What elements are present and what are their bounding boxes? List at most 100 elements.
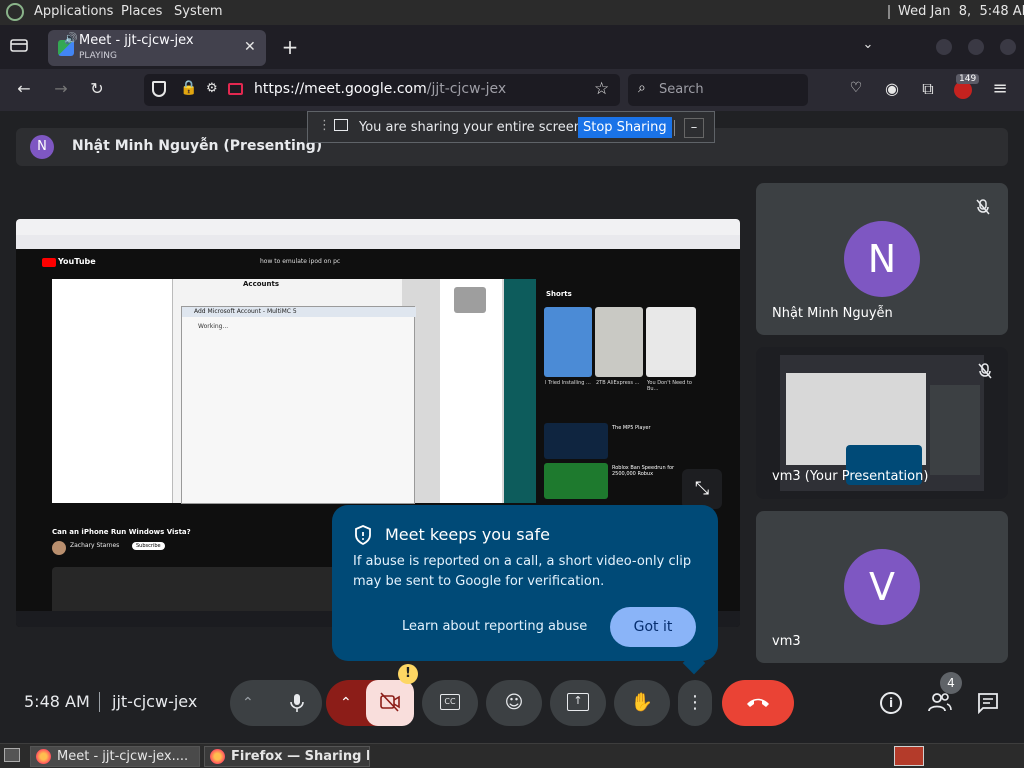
- shared-channel-avatar: [52, 541, 66, 555]
- leave-call-button[interactable]: [722, 680, 794, 726]
- shared-dialog-title: Add Microsoft Account - MultiMC 5: [194, 308, 297, 315]
- pocket-icon[interactable]: ♡: [846, 80, 866, 96]
- browser-tab-bar: 🔊 Meet - jjt-cjcw-jex PLAYING ✕ + ⌄: [0, 25, 1024, 69]
- account-icon[interactable]: ◉: [882, 79, 902, 98]
- camera-off-button[interactable]: [366, 680, 414, 726]
- participant-avatar: N: [844, 221, 920, 297]
- screen-sharing-banner: ⋮ You are sharing your entire screen. St…: [307, 111, 715, 143]
- bookmark-star-icon[interactable]: ☆: [594, 79, 609, 99]
- captions-button[interactable]: CC: [422, 680, 478, 726]
- tab-meet[interactable]: 🔊 Meet - jjt-cjcw-jex PLAYING ✕: [48, 30, 266, 66]
- more-options-button[interactable]: ⋮: [678, 680, 712, 726]
- system-menu[interactable]: System: [174, 4, 222, 19]
- present-icon: ↑: [567, 693, 589, 711]
- meet-page: N Nhật Minh Nguyễn (Presenting) ⋮ You ar…: [0, 111, 1024, 743]
- stop-sharing-button[interactable]: Stop Sharing: [578, 117, 672, 138]
- shield-icon: [354, 525, 372, 545]
- extensions-icon[interactable]: ⧉: [918, 79, 938, 99]
- shared-video-frame: Accounts Add Microsoft Account - MultiMC…: [52, 279, 536, 504]
- tab-list-icon[interactable]: [10, 37, 30, 53]
- url-path: /jjt-cjcw-jex: [426, 81, 507, 97]
- window-close-button[interactable]: [1000, 39, 1016, 55]
- shared-related-title-1: The MP5 Player: [612, 425, 651, 431]
- participant-tile-nhat[interactable]: N Nhật Minh Nguyễn: [756, 183, 1008, 335]
- search-input[interactable]: Search: [659, 82, 704, 97]
- learn-reporting-abuse-link[interactable]: Learn about reporting abuse: [402, 619, 587, 634]
- search-box[interactable]: ⌕ Search: [628, 74, 808, 106]
- screen-sharing-indicator-icon[interactable]: [228, 83, 243, 95]
- audio-playing-icon[interactable]: 🔊: [64, 32, 78, 45]
- hide-banner-button[interactable]: –: [684, 118, 704, 138]
- url-text[interactable]: https://meet.google.com/jjt-cjcw-jex: [254, 81, 506, 97]
- chat-icon[interactable]: [977, 692, 999, 714]
- muted-mic-icon: [978, 363, 992, 379]
- emoji-icon: ☺: [504, 692, 524, 713]
- banner-divider: [674, 120, 675, 136]
- shared-accounts-panel: Accounts Add Microsoft Account - MultiMC…: [172, 279, 416, 504]
- people-icon[interactable]: [928, 691, 952, 713]
- shared-dialog-titlebar: Add Microsoft Account - MultiMC 5: [182, 307, 416, 317]
- taskbar-item-firefox-sharing[interactable]: Firefox — Sharing I...: [204, 746, 370, 767]
- permissions-icon[interactable]: ⚙: [206, 81, 218, 96]
- tab-title: Meet - jjt-cjcw-jex: [79, 33, 194, 48]
- shield-icon[interactable]: [152, 81, 166, 97]
- shared-short-thumb-2: [595, 307, 643, 377]
- shared-related-title-2: Roblox Ban Speedrun for 2500,000 Robux: [612, 465, 675, 477]
- popup-title: Meet keeps you safe: [385, 525, 550, 544]
- participant-tile-presentation[interactable]: vm3 (Your Presentation): [756, 347, 1008, 499]
- more-vert-icon: ⋮: [686, 692, 704, 713]
- unpin-tile-icon[interactable]: ⤡: [682, 469, 722, 509]
- forward-arrow-icon[interactable]: →: [50, 79, 72, 98]
- shared-chat-icon: [454, 287, 486, 313]
- window-minimize-button[interactable]: [936, 39, 952, 55]
- shared-video-title: Can an iPhone Run Windows Vista?: [52, 528, 191, 536]
- applications-menu[interactable]: Applications: [34, 4, 113, 19]
- raise-hand-button[interactable]: ✋: [614, 680, 670, 726]
- youtube-logo-icon: [42, 258, 56, 267]
- tab-close-icon[interactable]: ✕: [244, 39, 256, 55]
- taskbar-item-meet[interactable]: Meet - jjt-cjcw-jex....: [30, 746, 200, 767]
- show-desktop-icon[interactable]: [4, 748, 20, 762]
- desktop-taskbar: Meet - jjt-cjcw-jex.... Firefox — Sharin…: [0, 743, 1024, 768]
- share-screen-icon: [334, 119, 348, 131]
- search-icon: ⌕: [638, 80, 646, 96]
- shared-search-query: how to emulate ipod on pc: [260, 258, 341, 265]
- meet-keeps-you-safe-popup: Meet keeps you safe If abuse is reported…: [332, 505, 718, 661]
- meeting-controls: 5:48 AM jjt-cjcw-jex ⌃ ⌃ ! CC ☺ ↑ ✋ ⋮ i: [0, 664, 1024, 743]
- shared-tab-strip: [16, 219, 740, 235]
- lock-icon[interactable]: 🔒: [180, 80, 197, 96]
- hand-icon: ✋: [630, 692, 654, 713]
- url-bar[interactable]: 🔒 ⚙ https://meet.google.com/jjt-cjcw-jex…: [144, 74, 620, 106]
- microphone-button[interactable]: [276, 682, 318, 724]
- shared-accounts-title: Accounts: [243, 280, 280, 288]
- presenter-label: Nhật Minh Nguyễn (Presenting): [72, 138, 323, 154]
- back-arrow-icon[interactable]: ←: [13, 79, 35, 98]
- present-screen-button[interactable]: ↑: [550, 680, 606, 726]
- popup-body: If abuse is reported on a call, a short …: [353, 554, 692, 589]
- window-maximize-button[interactable]: [968, 39, 984, 55]
- video-options-chevron-icon[interactable]: ⌃: [340, 680, 352, 726]
- system-top-panel: Applications Places System Wed Jan 8, 5:…: [0, 0, 1024, 25]
- places-menu[interactable]: Places: [121, 4, 162, 19]
- hamburger-menu-icon[interactable]: ≡: [990, 78, 1010, 99]
- mic-control: ⌃: [230, 680, 322, 726]
- shared-desktop-edge: [504, 279, 536, 503]
- new-tab-icon[interactable]: +: [280, 35, 300, 59]
- workspace-switcher[interactable]: [894, 746, 924, 766]
- distro-logo-icon[interactable]: [6, 3, 24, 21]
- camera-warning-icon[interactable]: !: [398, 664, 418, 684]
- reactions-button[interactable]: ☺: [486, 680, 542, 726]
- got-it-button[interactable]: Got it: [610, 607, 696, 647]
- meeting-details-info-icon[interactable]: i: [880, 692, 902, 714]
- participant-tile-vm3[interactable]: V vm3: [756, 511, 1008, 663]
- drag-handle-icon[interactable]: ⋮: [318, 118, 331, 133]
- thumbnail-tiles: [930, 385, 980, 475]
- panel-clock[interactable]: Wed Jan 8, 5:48 AM: [898, 4, 1024, 19]
- firefox-icon: [210, 749, 225, 764]
- shared-add-account-dialog: Add Microsoft Account - MultiMC 5 Workin…: [181, 306, 416, 504]
- muted-mic-icon: [976, 199, 990, 215]
- tab-playing-status: PLAYING: [79, 51, 117, 61]
- reload-icon[interactable]: ↻: [86, 79, 108, 98]
- audio-options-chevron-icon[interactable]: ⌃: [242, 680, 254, 726]
- tab-overflow-chevron-down-icon[interactable]: ⌄: [858, 37, 878, 52]
